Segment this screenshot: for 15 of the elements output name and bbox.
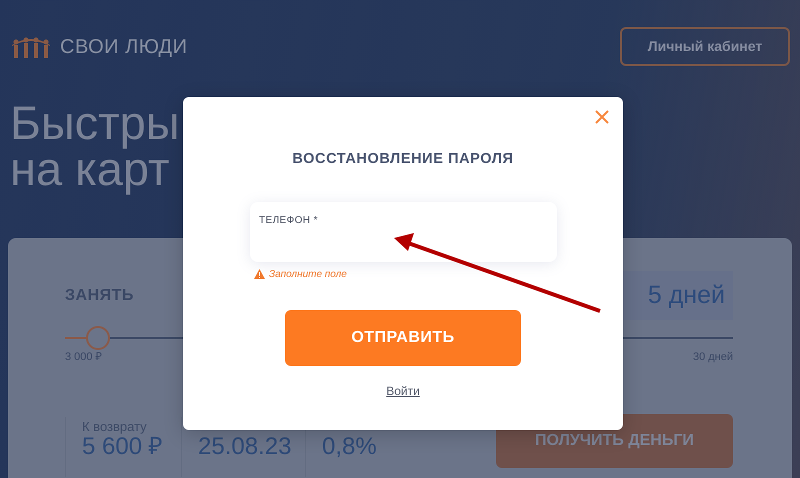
close-icon[interactable] xyxy=(595,110,609,124)
login-link[interactable]: Войти xyxy=(386,382,420,400)
logo-icon xyxy=(10,36,52,58)
warning-icon xyxy=(254,269,265,280)
phone-field[interactable]: ТЕЛЕФОН * xyxy=(250,202,557,262)
stat-value: 5 600 ₽ xyxy=(82,434,164,460)
account-button[interactable]: Личный кабинет xyxy=(620,27,790,66)
logo-text: СВОИ ЛЮДИ xyxy=(60,34,188,60)
slider-handle[interactable] xyxy=(86,326,110,350)
stat-value: 0,8% xyxy=(322,434,378,460)
error-message: Заполните поле xyxy=(269,268,347,282)
term-value: 5 дней xyxy=(620,271,733,320)
send-button[interactable]: ОТПРАВИТЬ xyxy=(285,310,521,366)
modal-title: ВОССТАНОВЛЕНИЕ ПАРОЛЯ xyxy=(291,150,515,169)
stat-value: 25.08.23 xyxy=(198,434,292,460)
